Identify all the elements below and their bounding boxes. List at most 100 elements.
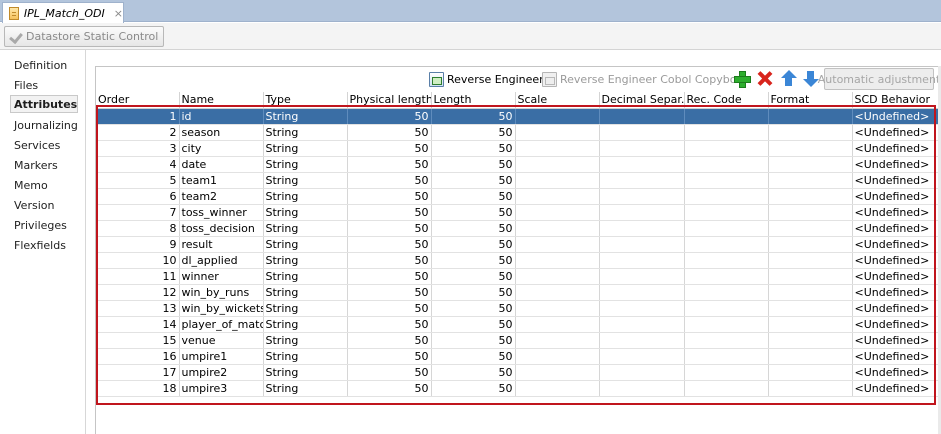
scd-behavior-cell[interactable]: <Undefined>: [852, 124, 941, 141]
format-cell[interactable]: [768, 332, 853, 349]
rec-code-cell[interactable]: [684, 380, 769, 397]
order-cell[interactable]: 11: [96, 268, 180, 285]
scale-cell[interactable]: [515, 364, 600, 381]
decimal-separator-cell[interactable]: [599, 108, 685, 125]
scd-behavior-cell[interactable]: <Undefined>: [852, 300, 941, 317]
format-cell[interactable]: [768, 380, 853, 397]
name-cell[interactable]: venue: [179, 332, 264, 349]
format-cell[interactable]: [768, 348, 853, 365]
name-cell[interactable]: win_by_runs: [179, 284, 264, 301]
length-cell[interactable]: 50: [431, 316, 516, 333]
format-cell[interactable]: [768, 188, 853, 205]
table-row[interactable]: 17 umpire2 String 50 50 <Undefined>: [96, 364, 941, 381]
nav-item-attributes[interactable]: Attributes: [10, 95, 78, 113]
physical-length-cell[interactable]: 50: [347, 188, 432, 205]
column-header-scale[interactable]: Scale: [515, 92, 600, 109]
physical-length-cell[interactable]: 50: [347, 156, 432, 173]
physical-length-cell[interactable]: 50: [347, 252, 432, 269]
rec-code-cell[interactable]: [684, 236, 769, 253]
column-header-scd-behavior[interactable]: SCD Behavior: [852, 92, 941, 109]
rec-code-cell[interactable]: [684, 348, 769, 365]
rec-code-cell[interactable]: [684, 284, 769, 301]
format-cell[interactable]: [768, 252, 853, 269]
rec-code-cell[interactable]: [684, 252, 769, 269]
table-row[interactable]: 15 venue String 50 50 <Undefined>: [96, 332, 941, 349]
nav-item-journalizing[interactable]: Journalizing: [12, 116, 80, 134]
decimal-separator-cell[interactable]: [599, 284, 685, 301]
table-row[interactable]: 9 result String 50 50 <Undefined>: [96, 236, 941, 253]
scale-cell[interactable]: [515, 332, 600, 349]
decimal-separator-cell[interactable]: [599, 172, 685, 189]
type-cell[interactable]: String: [263, 332, 348, 349]
type-cell[interactable]: String: [263, 300, 348, 317]
column-header-rec-code[interactable]: Rec. Code: [684, 92, 769, 109]
decimal-separator-cell[interactable]: [599, 364, 685, 381]
scale-cell[interactable]: [515, 124, 600, 141]
name-cell[interactable]: dl_applied: [179, 252, 264, 269]
scd-behavior-cell[interactable]: <Undefined>: [852, 252, 941, 269]
name-cell[interactable]: winner: [179, 268, 264, 285]
type-cell[interactable]: String: [263, 188, 348, 205]
rec-code-cell[interactable]: [684, 124, 769, 141]
order-cell[interactable]: 18: [96, 380, 180, 397]
type-cell[interactable]: String: [263, 156, 348, 173]
length-cell[interactable]: 50: [431, 300, 516, 317]
table-row[interactable]: 3 city String 50 50 <Undefined>: [96, 140, 941, 157]
table-row[interactable]: 5 team1 String 50 50 <Undefined>: [96, 172, 941, 189]
decimal-separator-cell[interactable]: [599, 220, 685, 237]
scd-behavior-cell[interactable]: <Undefined>: [852, 108, 941, 125]
physical-length-cell[interactable]: 50: [347, 284, 432, 301]
table-row[interactable]: 13 win_by_wickets String 50 50 <Undefined>: [96, 300, 941, 317]
table-row[interactable]: 14player_of_matchString5050<Undefined>: [96, 316, 941, 333]
order-cell[interactable]: 8: [96, 220, 180, 237]
scd-behavior-cell[interactable]: <Undefined>: [852, 332, 941, 349]
decimal-separator-cell[interactable]: [599, 188, 685, 205]
scale-cell[interactable]: [515, 204, 600, 221]
format-cell[interactable]: [768, 156, 853, 173]
type-cell[interactable]: String: [263, 316, 348, 333]
order-cell[interactable]: 10: [96, 252, 180, 269]
format-cell[interactable]: [768, 124, 853, 141]
decimal-separator-cell[interactable]: [599, 252, 685, 269]
name-cell[interactable]: umpire3: [179, 380, 264, 397]
physical-length-cell[interactable]: 50: [347, 236, 432, 253]
physical-length-cell[interactable]: 50: [347, 364, 432, 381]
column-header-order[interactable]: Order: [96, 92, 180, 109]
column-header-length[interactable]: Length: [431, 92, 516, 109]
table-row[interactable]: 18 umpire3 String 50 50 <Undefined>: [96, 380, 941, 397]
format-cell[interactable]: [768, 108, 853, 125]
scd-behavior-cell[interactable]: <Undefined>: [852, 380, 941, 397]
nav-item-memo[interactable]: Memo: [12, 176, 50, 194]
order-cell[interactable]: 12: [96, 284, 180, 301]
rec-code-cell[interactable]: [684, 220, 769, 237]
nav-item-services[interactable]: Services: [12, 136, 62, 154]
tab-ipl-match-odi[interactable]: IPL_Match_ODI ×: [2, 2, 124, 23]
rec-code-cell[interactable]: [684, 108, 769, 125]
scale-cell[interactable]: [515, 220, 600, 237]
type-cell[interactable]: String: [263, 236, 348, 253]
decimal-separator-cell[interactable]: [599, 140, 685, 157]
nav-item-flexfields[interactable]: Flexfields: [12, 236, 68, 254]
decimal-separator-cell[interactable]: [599, 204, 685, 221]
table-row[interactable]: 11 winner String 50 50 <Undefined>: [96, 268, 941, 285]
decimal-separator-cell[interactable]: [599, 316, 685, 333]
type-cell[interactable]: String: [263, 140, 348, 157]
type-cell[interactable]: String: [263, 268, 348, 285]
type-cell[interactable]: String: [263, 380, 348, 397]
physical-length-cell[interactable]: 50: [347, 124, 432, 141]
length-cell[interactable]: 50: [431, 172, 516, 189]
scd-behavior-cell[interactable]: <Undefined>: [852, 172, 941, 189]
scd-behavior-cell[interactable]: <Undefined>: [852, 316, 941, 333]
length-cell[interactable]: 50: [431, 348, 516, 365]
physical-length-cell[interactable]: 50: [347, 204, 432, 221]
order-cell[interactable]: 4: [96, 156, 180, 173]
format-cell[interactable]: [768, 140, 853, 157]
length-cell[interactable]: 50: [431, 204, 516, 221]
rec-code-cell[interactable]: [684, 316, 769, 333]
type-cell[interactable]: String: [263, 364, 348, 381]
order-cell[interactable]: 5: [96, 172, 180, 189]
scd-behavior-cell[interactable]: <Undefined>: [852, 140, 941, 157]
order-cell[interactable]: 17: [96, 364, 180, 381]
length-cell[interactable]: 50: [431, 332, 516, 349]
format-cell[interactable]: [768, 220, 853, 237]
